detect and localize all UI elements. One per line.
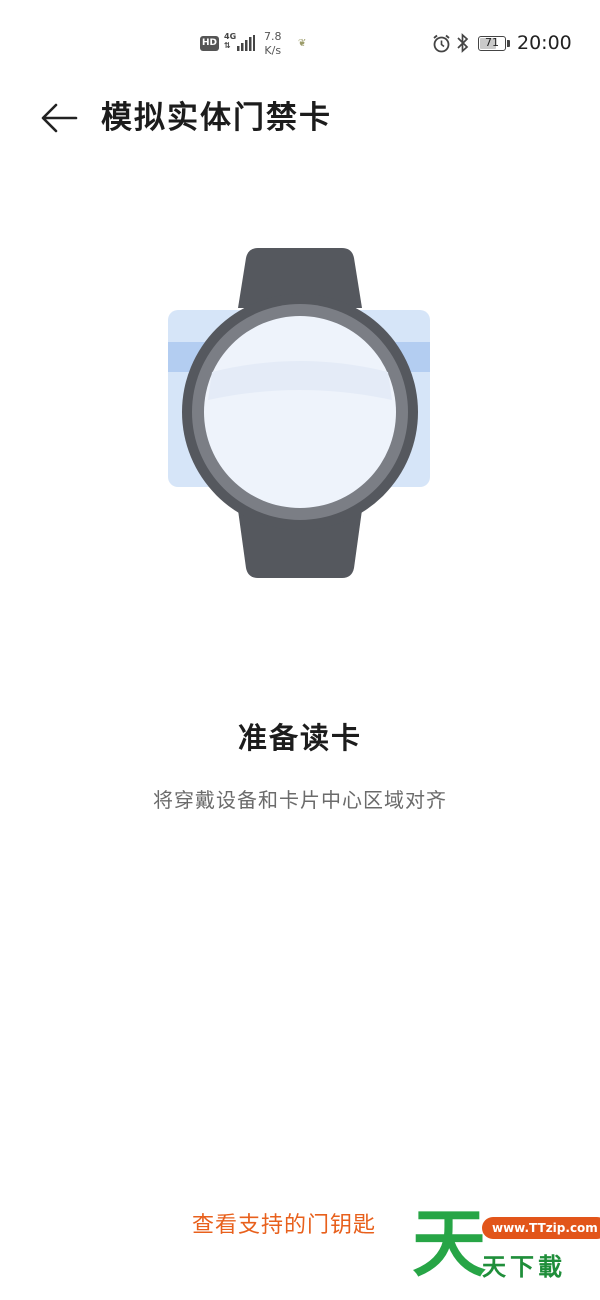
- network-speed: 7.8 K/s: [264, 30, 282, 58]
- watch-card-illustration: [168, 248, 430, 578]
- back-button[interactable]: [38, 96, 82, 140]
- alarm-icon: [433, 34, 450, 53]
- status-bar: HD 4G ⇅ 7.8 K/s ❦ 71 20:00: [0, 0, 600, 90]
- speed-unit: K/s: [264, 44, 282, 57]
- prompt-title: 准备读卡: [237, 721, 362, 755]
- supported-keys-link[interactable]: 查看支持的门钥匙: [192, 1207, 376, 1239]
- watermark-text: 天下載: [482, 1253, 566, 1281]
- hd-badge: HD: [200, 36, 219, 51]
- back-arrow-icon: [41, 103, 78, 133]
- clock: 20:00: [517, 32, 572, 54]
- watermark-url: www.TTzip.com: [482, 1217, 600, 1239]
- site-watermark: 天 www.TTzip.com 天下載: [410, 1201, 600, 1295]
- network-type-label: 4G: [224, 32, 237, 41]
- battery-icon: 71: [478, 36, 506, 51]
- signal-icon: [237, 35, 255, 51]
- battery-tip: [507, 40, 510, 47]
- watch-graphic: [182, 248, 418, 578]
- speed-value: 7.8: [264, 30, 282, 43]
- network-type: 4G ⇅: [224, 32, 236, 50]
- prompt-description: 将穿戴设备和卡片中心区域对齐: [153, 788, 447, 812]
- leaf-icon: ❦: [298, 38, 307, 49]
- page-title: 模拟实体门禁卡: [101, 100, 332, 136]
- battery-level: 71: [485, 36, 499, 49]
- watermark-logo-char: 天: [412, 1201, 486, 1287]
- data-arrows-icon: ⇅: [224, 41, 231, 50]
- bluetooth-icon: [457, 33, 469, 53]
